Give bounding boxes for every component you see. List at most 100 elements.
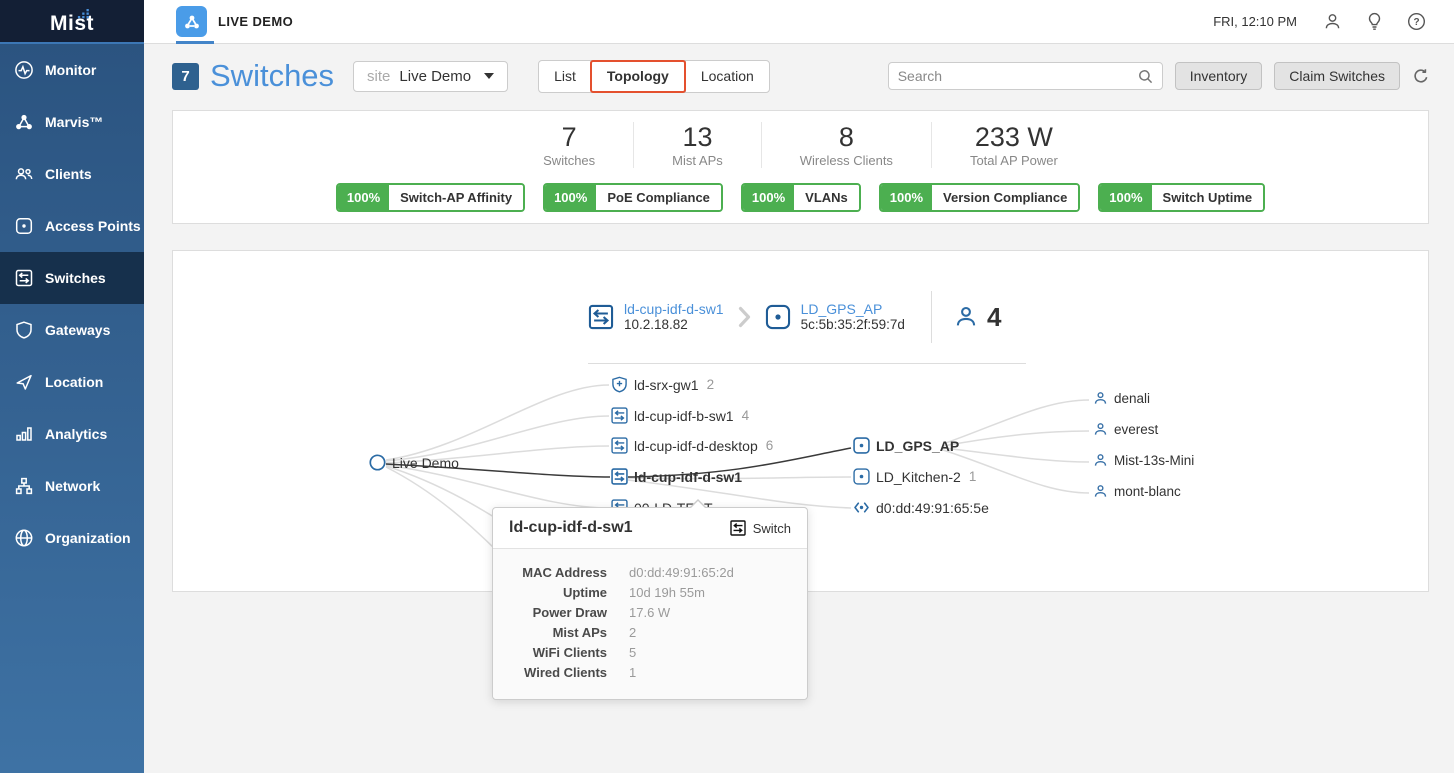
search-input[interactable] [898,68,1138,84]
topology-node-wired-client[interactable]: d0:dd:49:91:65:5e [853,499,989,516]
badge-percent: 100% [545,185,596,210]
tooltip-type: Switch [730,520,791,536]
client-icon [1093,422,1108,437]
user-icon[interactable] [1323,12,1342,31]
badge-vlans[interactable]: 100% VLANs [741,183,861,212]
client-icon [1093,391,1108,406]
chevron-right-icon [738,305,751,329]
sidebar-item-network[interactable]: Network [0,460,144,512]
access-point-icon [853,437,870,454]
node-label: LD_Kitchen-2 [876,469,961,485]
bar-chart-icon [14,424,34,444]
sidebar-item-label: Network [45,478,100,494]
tooltip-row-value: 1 [629,663,789,683]
switch-icon [730,520,746,536]
topology-node-gateway[interactable]: ld-srx-gw1 2 [611,376,714,393]
site-selector[interactable]: site Live Demo [353,61,508,92]
tab-list[interactable]: List [539,61,591,92]
org-tab-live-demo[interactable]: LIVE DEMO [176,0,293,44]
breadcrumb-switch-link[interactable]: ld-cup-idf-d-sw1 [624,301,724,317]
sidebar-item-access-points[interactable]: Access Points [0,200,144,252]
topology-node-switch[interactable]: ld-cup-idf-b-sw1 4 [611,407,749,424]
sidebar-item-marvis[interactable]: Marvis™ [0,96,144,148]
topology-node-switch[interactable]: ld-cup-idf-d-desktop 6 [611,437,773,454]
compliance-badges: 100% Switch-AP Affinity 100% PoE Complia… [173,183,1428,212]
node-label: Live Demo [392,455,459,471]
sidebar-item-label: Gateways [45,322,110,338]
clients-icon [14,164,34,184]
sidebar-item-switches[interactable]: Switches [0,252,144,304]
tooltip-body: MAC Address d0:dd:49:91:65:2d Uptime 10d… [493,549,807,699]
badge-label: VLANs [794,185,859,210]
sidebar-item-clients[interactable]: Clients [0,148,144,200]
tooltip-row: Power Draw 17.6 W [511,603,789,623]
sidebar-item-label: Marvis™ [45,114,103,130]
topology-node-client[interactable]: Mist-13s-Mini [1093,453,1194,468]
stat-switches: 7 Switches [505,122,633,168]
tooltip-row: Mist APs 2 [511,623,789,643]
topology-node-client[interactable]: everest [1093,422,1158,437]
sidebar: Mist Monitor Marvis™ Clients Access Poin… [0,0,144,773]
topology-node-ap-selected[interactable]: LD_GPS_AP [853,437,959,454]
node-label: ld-cup-idf-b-sw1 [634,408,734,424]
stats-row: 7 Switches 13 Mist APs 8 Wireless Client… [173,122,1428,168]
org-chart-icon [14,476,34,496]
topology-node-switch-selected[interactable]: ld-cup-idf-d-sw1 [611,468,742,485]
node-label: everest [1114,422,1158,437]
switch-icon [14,268,34,288]
node-label: LD_GPS_AP [876,438,959,454]
claim-switches-button[interactable]: Claim Switches [1274,62,1400,90]
topology-node-client[interactable]: denali [1093,391,1150,406]
tab-topology[interactable]: Topology [590,60,686,93]
chevron-down-icon [484,73,494,79]
tooltip-type-label: Switch [753,521,791,536]
topology-node-client[interactable]: mont-blanc [1093,484,1181,499]
badge-version-compliance[interactable]: 100% Version Compliance [879,183,1081,212]
mist-logo[interactable]: Mist [0,0,144,44]
site-node-icon [369,454,386,471]
topology-root-node[interactable]: Live Demo [369,454,459,471]
sidebar-item-monitor[interactable]: Monitor [0,44,144,96]
help-icon[interactable]: ? [1407,12,1426,31]
sidebar-item-label: Access Points [45,218,141,234]
bulb-icon[interactable] [1366,12,1383,31]
sidebar-item-gateways[interactable]: Gateways [0,304,144,356]
node-count: 6 [766,438,774,453]
breadcrumb-switch-ip: 10.2.18.82 [624,317,724,333]
tooltip-row-value: 5 [629,643,789,663]
sidebar-item-location[interactable]: Location [0,356,144,408]
badge-poe-compliance[interactable]: 100% PoE Compliance [543,183,723,212]
summary-panel: 7 Switches 13 Mist APs 8 Wireless Client… [172,110,1429,224]
client-icon [1093,484,1108,499]
badge-switch-uptime[interactable]: 100% Switch Uptime [1098,183,1265,212]
breadcrumb-client-count: 4 [987,302,1001,333]
badge-switch-ap-affinity[interactable]: 100% Switch-AP Affinity [336,183,525,212]
breadcrumb-ap-link[interactable]: LD_GPS_AP [801,301,905,317]
stat-mist-aps: 13 Mist APs [633,122,761,168]
node-label: ld-srx-gw1 [634,377,699,393]
badge-label: Switch-AP Affinity [389,185,523,210]
badge-percent: 100% [743,185,794,210]
topology-node-ap[interactable]: LD_Kitchen-2 1 [853,468,976,485]
sidebar-item-analytics[interactable]: Analytics [0,408,144,460]
tooltip-title: ld-cup-idf-d-sw1 [509,519,633,537]
badge-label: Version Compliance [932,185,1078,210]
node-label: mont-blanc [1114,484,1181,499]
tooltip-row-label: MAC Address [511,563,607,583]
tooltip-row-value: 2 [629,623,789,643]
tooltip-row-label: Wired Clients [511,663,607,683]
node-label: Mist-13s-Mini [1114,453,1194,468]
node-count: 1 [969,469,977,484]
inventory-button[interactable]: Inventory [1175,62,1263,90]
sidebar-item-label: Organization [45,530,131,546]
refresh-icon[interactable] [1413,68,1429,84]
badge-percent: 100% [338,185,389,210]
svg-text:?: ? [1413,17,1419,28]
sidebar-item-organization[interactable]: Organization [0,512,144,564]
tab-location[interactable]: Location [685,61,769,92]
page-title: Switches [210,58,334,94]
search-icon [1138,69,1153,84]
node-count: 2 [707,377,715,392]
globe-icon [14,528,34,548]
tooltip-caret [689,499,707,508]
